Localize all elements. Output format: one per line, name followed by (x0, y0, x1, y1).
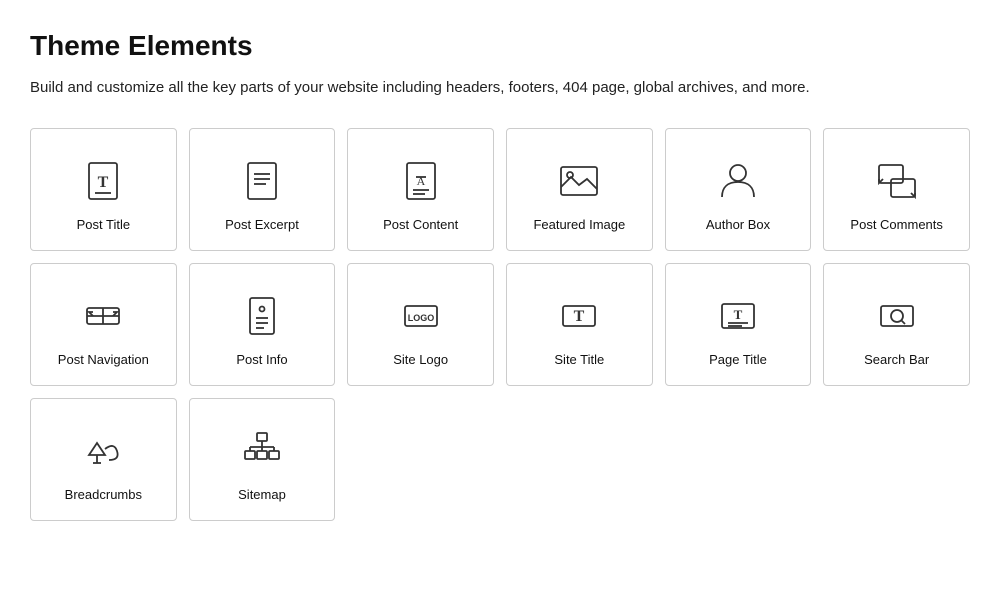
svg-text:T: T (98, 174, 109, 191)
card-post-info-label: Post Info (236, 352, 287, 367)
svg-text:LOGO: LOGO (407, 313, 434, 323)
card-site-title-label: Site Title (554, 352, 604, 367)
card-author-box[interactable]: Author Box (665, 128, 812, 251)
empty-4 (823, 398, 970, 521)
site-title-icon: T (555, 292, 603, 340)
empty-1 (347, 398, 494, 521)
post-title-icon: T (79, 157, 127, 205)
card-post-content-label: Post Content (383, 217, 458, 232)
card-breadcrumbs[interactable]: Breadcrumbs (30, 398, 177, 521)
card-breadcrumbs-label: Breadcrumbs (65, 487, 142, 502)
card-site-logo[interactable]: LOGO Site Logo (347, 263, 494, 386)
post-comments-icon (873, 157, 921, 205)
card-post-excerpt-label: Post Excerpt (225, 217, 299, 232)
card-featured-image-label: Featured Image (533, 217, 625, 232)
card-post-title[interactable]: T Post Title (30, 128, 177, 251)
card-site-title[interactable]: T Site Title (506, 263, 653, 386)
card-page-title[interactable]: T Page Title (665, 263, 812, 386)
card-post-info[interactable]: Post Info (189, 263, 336, 386)
row-3: Breadcrumbs Sitemap (30, 398, 970, 521)
card-post-comments-label: Post Comments (850, 217, 942, 232)
page-title-icon: T (714, 292, 762, 340)
search-bar-icon (873, 292, 921, 340)
site-logo-icon: LOGO (397, 292, 445, 340)
card-post-excerpt[interactable]: Post Excerpt (189, 128, 336, 251)
card-sitemap-label: Sitemap (238, 487, 286, 502)
author-box-icon (714, 157, 762, 205)
page-title: Theme Elements (30, 30, 970, 62)
card-site-logo-label: Site Logo (393, 352, 448, 367)
svg-text:T: T (734, 307, 743, 322)
empty-3 (665, 398, 812, 521)
svg-text:T: T (574, 308, 585, 325)
post-navigation-icon (79, 292, 127, 340)
card-sitemap[interactable]: Sitemap (189, 398, 336, 521)
card-featured-image[interactable]: Featured Image (506, 128, 653, 251)
card-search-bar-label: Search Bar (864, 352, 929, 367)
row-1: T Post Title Post Excerpt A Post Content (30, 128, 970, 251)
empty-2 (506, 398, 653, 521)
post-excerpt-icon (238, 157, 286, 205)
featured-image-icon (555, 157, 603, 205)
card-post-navigation[interactable]: Post Navigation (30, 263, 177, 386)
card-post-title-label: Post Title (77, 217, 130, 232)
sitemap-icon (238, 427, 286, 475)
row-2: Post Navigation Post Info LOGO Site Logo… (30, 263, 970, 386)
card-page-title-label: Page Title (709, 352, 767, 367)
card-search-bar[interactable]: Search Bar (823, 263, 970, 386)
card-post-navigation-label: Post Navigation (58, 352, 149, 367)
breadcrumbs-icon (79, 427, 127, 475)
post-content-icon: A (397, 157, 445, 205)
card-post-comments[interactable]: Post Comments (823, 128, 970, 251)
card-author-box-label: Author Box (706, 217, 770, 232)
page-subtitle: Build and customize all the key parts of… (30, 76, 970, 100)
post-info-icon (238, 292, 286, 340)
card-post-content[interactable]: A Post Content (347, 128, 494, 251)
